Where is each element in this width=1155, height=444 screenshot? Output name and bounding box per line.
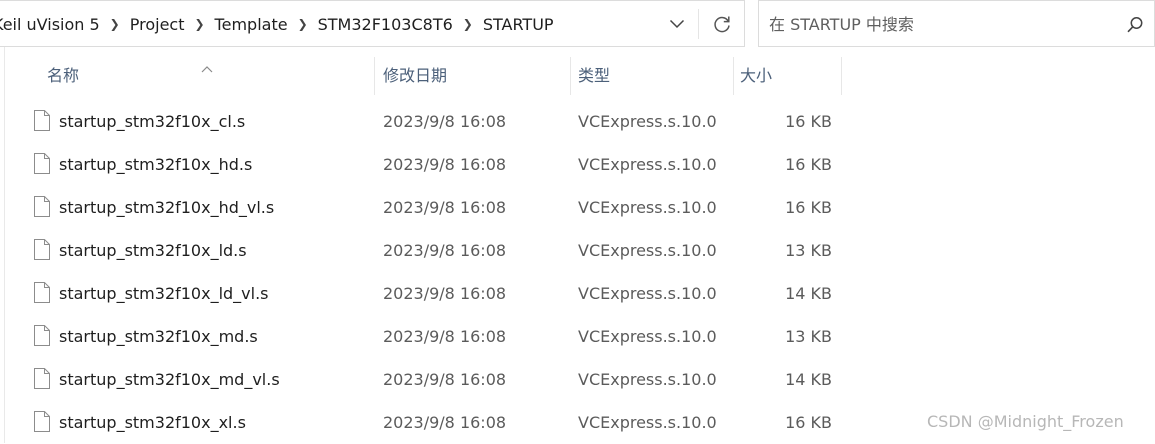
file-date: 2023/9/8 16:08 (383, 370, 507, 389)
file-row[interactable]: startup_stm32f10x_xl.s 2023/9/8 16:08 VC… (0, 401, 860, 444)
file-size: 16 KB (785, 112, 832, 131)
breadcrumb-chevron-icon[interactable]: ❯ (463, 17, 473, 31)
watermark: CSDN @Midnight_Frozen (927, 412, 1124, 431)
file-type: VCExpress.s.10.0 (578, 112, 717, 131)
column-header-type[interactable]: 类型 (578, 47, 610, 97)
file-size: 13 KB (785, 241, 832, 260)
column-header-date[interactable]: 修改日期 (383, 47, 447, 97)
file-size: 14 KB (785, 284, 832, 303)
file-row[interactable]: startup_stm32f10x_hd.s 2023/9/8 16:08 VC… (0, 143, 860, 186)
address-bar[interactable]: Keil uVision 5 ❯ Project ❯ Template ❯ ST… (0, 0, 745, 47)
column-divider[interactable] (570, 57, 571, 95)
column-divider[interactable] (374, 57, 375, 95)
file-date: 2023/9/8 16:08 (383, 112, 507, 131)
file-icon (34, 110, 50, 131)
column-divider[interactable] (841, 57, 842, 95)
address-divider (698, 9, 699, 39)
breadcrumb-item-template[interactable]: Template (215, 15, 288, 34)
breadcrumb-item-keil[interactable]: Keil uVision 5 (0, 15, 100, 34)
file-icon (34, 239, 50, 260)
file-size: 16 KB (785, 155, 832, 174)
file-type: VCExpress.s.10.0 (578, 241, 717, 260)
file-name: startup_stm32f10x_ld.s (59, 241, 247, 260)
file-size: 16 KB (785, 413, 832, 432)
breadcrumb: Keil uVision 5 ❯ Project ❯ Template ❯ ST… (0, 1, 554, 48)
file-name: startup_stm32f10x_hd_vl.s (59, 198, 275, 217)
file-date: 2023/9/8 16:08 (383, 327, 507, 346)
file-icon (34, 153, 50, 174)
file-name: startup_stm32f10x_xl.s (59, 413, 246, 432)
file-name: startup_stm32f10x_md.s (59, 327, 258, 346)
column-header-row: 名称 修改日期 类型 大小 (0, 47, 1155, 97)
file-type: VCExpress.s.10.0 (578, 370, 717, 389)
file-date: 2023/9/8 16:08 (383, 241, 507, 260)
breadcrumb-chevron-icon[interactable]: ❯ (298, 17, 308, 31)
file-type: VCExpress.s.10.0 (578, 327, 717, 346)
file-size: 14 KB (785, 370, 832, 389)
search-input[interactable]: 在 STARTUP 中搜索 (769, 1, 914, 48)
file-name: startup_stm32f10x_cl.s (59, 112, 246, 131)
file-type: VCExpress.s.10.0 (578, 155, 717, 174)
file-size: 16 KB (785, 198, 832, 217)
file-type: VCExpress.s.10.0 (578, 284, 717, 303)
breadcrumb-item-project[interactable]: Project (130, 15, 185, 34)
file-name: startup_stm32f10x_md_vl.s (59, 370, 280, 389)
chevron-down-icon[interactable] (665, 12, 689, 36)
refresh-icon[interactable] (709, 12, 735, 36)
file-date: 2023/9/8 16:08 (383, 284, 507, 303)
column-divider[interactable] (733, 57, 734, 95)
file-size: 13 KB (785, 327, 832, 346)
file-icon (34, 368, 50, 389)
file-date: 2023/9/8 16:08 (383, 198, 507, 217)
file-row[interactable]: startup_stm32f10x_md_vl.s 2023/9/8 16:08… (0, 358, 860, 401)
column-header-name[interactable]: 名称 (47, 47, 79, 97)
file-row[interactable]: startup_stm32f10x_cl.s 2023/9/8 16:08 VC… (0, 100, 860, 143)
search-icon[interactable] (1125, 15, 1145, 35)
breadcrumb-chevron-icon[interactable]: ❯ (194, 17, 204, 31)
file-name: startup_stm32f10x_ld_vl.s (59, 284, 269, 303)
file-row[interactable]: startup_stm32f10x_md.s 2023/9/8 16:08 VC… (0, 315, 860, 358)
file-row[interactable]: startup_stm32f10x_ld_vl.s 2023/9/8 16:08… (0, 272, 860, 315)
file-icon (34, 411, 50, 432)
file-type: VCExpress.s.10.0 (578, 413, 717, 432)
breadcrumb-item-startup[interactable]: STARTUP (483, 15, 554, 34)
file-icon (34, 282, 50, 303)
breadcrumb-item-stm32[interactable]: STM32F103C8T6 (318, 15, 453, 34)
file-date: 2023/9/8 16:08 (383, 413, 507, 432)
file-type: VCExpress.s.10.0 (578, 198, 717, 217)
file-icon (34, 196, 50, 217)
search-box[interactable]: 在 STARTUP 中搜索 (758, 0, 1155, 47)
file-row[interactable]: startup_stm32f10x_hd_vl.s 2023/9/8 16:08… (0, 186, 860, 229)
file-icon (34, 325, 50, 346)
column-header-size[interactable]: 大小 (740, 47, 772, 97)
file-name: startup_stm32f10x_hd.s (59, 155, 253, 174)
sort-up-icon (201, 58, 213, 73)
breadcrumb-chevron-icon[interactable]: ❯ (110, 17, 120, 31)
file-row[interactable]: startup_stm32f10x_ld.s 2023/9/8 16:08 VC… (0, 229, 860, 272)
file-date: 2023/9/8 16:08 (383, 155, 507, 174)
